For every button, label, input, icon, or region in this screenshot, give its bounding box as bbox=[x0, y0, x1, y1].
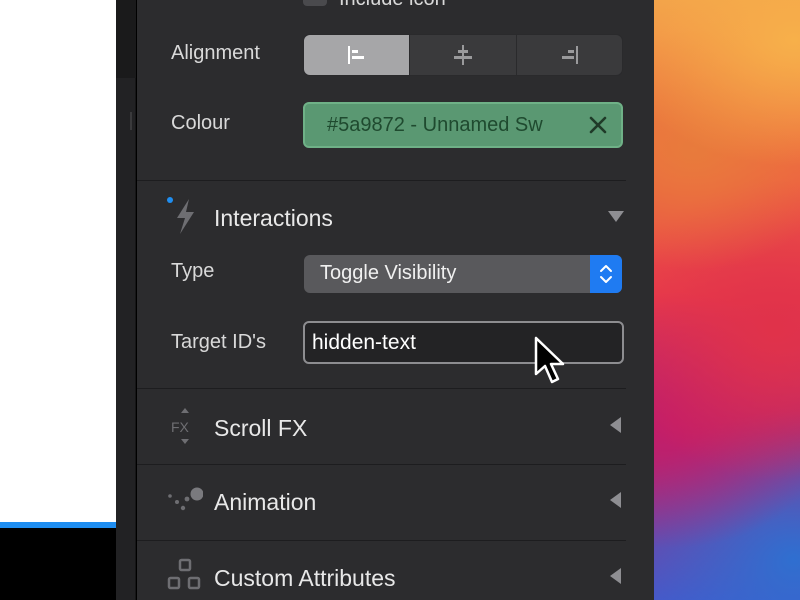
target-ids-label: Target ID's bbox=[171, 331, 266, 353]
custom-attributes-icon bbox=[167, 558, 201, 590]
panel-gutter-top bbox=[116, 0, 136, 78]
select-stepper[interactable] bbox=[590, 255, 622, 293]
svg-text:FX: FX bbox=[171, 419, 190, 435]
include-icon-checkbox[interactable] bbox=[303, 0, 327, 6]
up-down-chevron-icon bbox=[600, 265, 612, 283]
mouse-cursor-icon bbox=[534, 336, 565, 384]
scroll-fx-icon: FX bbox=[171, 408, 190, 444]
right-align-icon bbox=[562, 46, 579, 64]
colour-value: #5a9872 - Unnamed Sw bbox=[327, 113, 543, 136]
colour-label: Colour bbox=[171, 112, 230, 134]
interaction-type-select[interactable]: Toggle Visibility bbox=[304, 255, 622, 293]
target-ids-input[interactable] bbox=[303, 321, 624, 364]
animation-icon bbox=[168, 487, 203, 511]
scroll-fx-title: Scroll FX bbox=[214, 415, 308, 441]
resize-handle[interactable] bbox=[130, 112, 132, 130]
chevron-left-icon bbox=[610, 492, 621, 508]
animation-title: Animation bbox=[214, 489, 317, 515]
canvas-background bbox=[0, 528, 116, 600]
section-divider bbox=[137, 388, 626, 389]
chevron-left-icon bbox=[610, 417, 621, 433]
clear-colour-button[interactable] bbox=[587, 114, 609, 136]
close-icon bbox=[589, 116, 607, 134]
colour-swatch-field[interactable]: #5a9872 - Unnamed Sw bbox=[303, 102, 623, 148]
section-divider bbox=[137, 540, 626, 541]
align-left-button[interactable] bbox=[304, 35, 411, 75]
chevron-down-icon bbox=[608, 211, 624, 222]
custom-attributes-title: Custom Attributes bbox=[214, 565, 396, 591]
interactions-title: Interactions bbox=[214, 205, 333, 231]
chevron-left-icon bbox=[610, 568, 621, 584]
center-align-icon bbox=[453, 45, 472, 65]
include-icon-label: Include icon bbox=[339, 0, 446, 11]
alignment-segmented-control bbox=[303, 34, 623, 76]
inspector-panel: Include icon Alignment Colour bbox=[137, 0, 654, 600]
align-center-button[interactable] bbox=[410, 35, 517, 75]
canvas-preview bbox=[0, 0, 116, 522]
interaction-type-value: Toggle Visibility bbox=[320, 262, 457, 284]
type-label: Type bbox=[171, 260, 215, 282]
left-align-icon bbox=[347, 46, 364, 64]
lightning-icon bbox=[167, 197, 194, 234]
panel-gutter bbox=[116, 0, 136, 600]
align-right-button[interactable] bbox=[517, 35, 622, 75]
desktop-wallpaper bbox=[654, 0, 800, 600]
section-divider bbox=[137, 180, 626, 181]
alignment-label: Alignment bbox=[171, 42, 260, 64]
section-divider bbox=[137, 464, 626, 465]
